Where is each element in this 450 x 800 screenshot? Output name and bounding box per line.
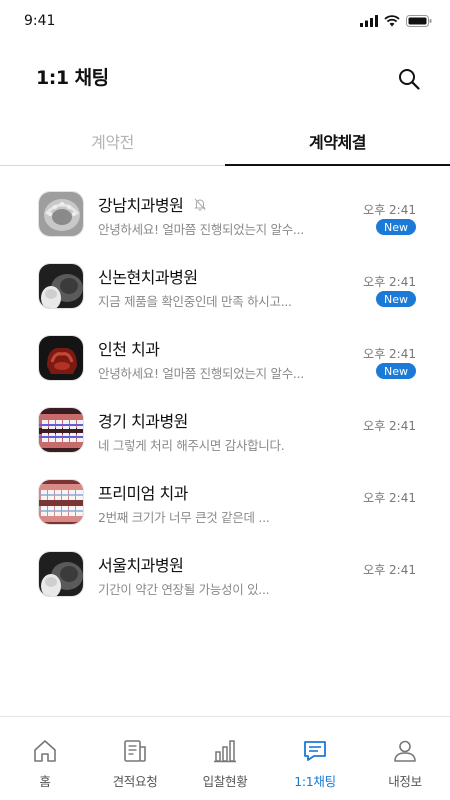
chat-time: 오후 2:41 xyxy=(363,419,416,433)
nav-my-info[interactable]: 내정보 xyxy=(360,717,450,800)
chat-preview: 지금 제품을 확인중인데 만족 하시고... xyxy=(98,294,292,309)
nav-bid-status[interactable]: 입찰현황 xyxy=(180,717,270,800)
chat-name: 강남치과병원 xyxy=(98,196,184,215)
bar-chart-icon xyxy=(214,740,236,763)
nav-label: 홈 xyxy=(39,774,51,789)
chat-preview: 기간이 약간 연장될 가능성이 있... xyxy=(98,582,270,597)
wifi-icon xyxy=(384,15,400,27)
nav-home[interactable]: 홈 xyxy=(0,717,90,800)
chat-time: 오후 2:41 xyxy=(363,563,416,577)
chat-row[interactable]: 인천 치과 안녕하세요! 얼마쯤 진행되었는지 알수... 오후 2:41 Ne… xyxy=(0,322,450,394)
home-icon xyxy=(34,740,56,762)
nav-chat[interactable]: 1:1채팅 xyxy=(270,717,360,800)
status-icons xyxy=(360,15,432,27)
tab-pre-contract[interactable]: 계약전 xyxy=(0,116,225,165)
nav-label: 1:1채팅 xyxy=(294,774,336,789)
search-button[interactable] xyxy=(394,64,424,94)
chat-row[interactable]: 강남치과병원 안녕하세요! 얼마쯤 진행되었는지 알수... 오후 2:41 N… xyxy=(0,178,450,250)
chat-name: 서울치과병원 xyxy=(98,556,184,575)
chat-row[interactable]: 경기 치과병원 네 그렇게 처리 해주시면 감사합니다. 오후 2:41 xyxy=(0,394,450,466)
clinic-thumbnail xyxy=(38,335,84,381)
chat-name: 신논현치과병원 xyxy=(98,268,198,287)
search-icon xyxy=(399,69,420,90)
signal-icon xyxy=(360,15,378,27)
chat-preview: 네 그렇게 처리 해주시면 감사합니다. xyxy=(98,438,285,453)
chat-preview: 안녕하세요! 얼마쯤 진행되었는지 알수... xyxy=(98,366,304,381)
new-badge: New xyxy=(376,219,416,235)
new-badge: New xyxy=(376,291,416,307)
chat-row[interactable]: 서울치과병원 기간이 약간 연장될 가능성이 있... 오후 2:41 xyxy=(0,538,450,610)
chat-icon xyxy=(304,741,326,761)
clinic-thumbnail xyxy=(38,407,84,453)
clinic-thumbnail xyxy=(38,263,84,309)
tab-bar: 계약전 계약체결 xyxy=(0,116,450,166)
tab-contracted[interactable]: 계약체결 xyxy=(225,116,450,166)
chat-time: 오후 2:41 xyxy=(363,275,416,289)
battery-icon xyxy=(406,15,432,27)
nav-label: 내정보 xyxy=(388,774,422,789)
chat-time: 오후 2:41 xyxy=(363,347,416,361)
header: 1:1 채팅 xyxy=(0,44,450,116)
chat-name: 프리미엄 치과 xyxy=(98,484,188,503)
chat-name: 경기 치과병원 xyxy=(98,412,188,431)
user-icon xyxy=(394,740,416,762)
chat-row[interactable]: 신논현치과병원 지금 제품을 확인중인데 만족 하시고... 오후 2:41 N… xyxy=(0,250,450,322)
nav-label: 견적요청 xyxy=(112,774,158,789)
page-title: 1:1 채팅 xyxy=(36,67,109,89)
status-time: 9:41 xyxy=(24,13,56,29)
chat-list: 강남치과병원 안녕하세요! 얼마쯤 진행되었는지 알수... 오후 2:41 N… xyxy=(0,178,450,610)
chat-time: 오후 2:41 xyxy=(363,203,416,217)
chat-preview: 2번째 크기가 너무 큰것 같은데 ... xyxy=(98,510,270,525)
new-badge: New xyxy=(376,363,416,379)
chat-row[interactable]: 프리미엄 치과 2번째 크기가 너무 큰것 같은데 ... 오후 2:41 xyxy=(0,466,450,538)
nav-label: 입찰현황 xyxy=(202,774,248,789)
clinic-thumbnail xyxy=(38,191,84,237)
bell-off-icon xyxy=(194,198,207,211)
clinic-thumbnail xyxy=(38,479,84,525)
status-bar: 9:41 xyxy=(0,0,450,44)
bottom-nav: 홈 견적요청 입찰현황 1:1채팅 내정보 xyxy=(0,716,450,800)
chat-name: 인천 치과 xyxy=(98,340,160,359)
chat-time: 오후 2:41 xyxy=(363,491,416,505)
clinic-thumbnail xyxy=(38,551,84,597)
chat-preview: 안녕하세요! 얼마쯤 진행되었는지 알수... xyxy=(98,222,304,237)
document-icon xyxy=(124,740,146,762)
nav-quote-request[interactable]: 견적요청 xyxy=(90,717,180,800)
